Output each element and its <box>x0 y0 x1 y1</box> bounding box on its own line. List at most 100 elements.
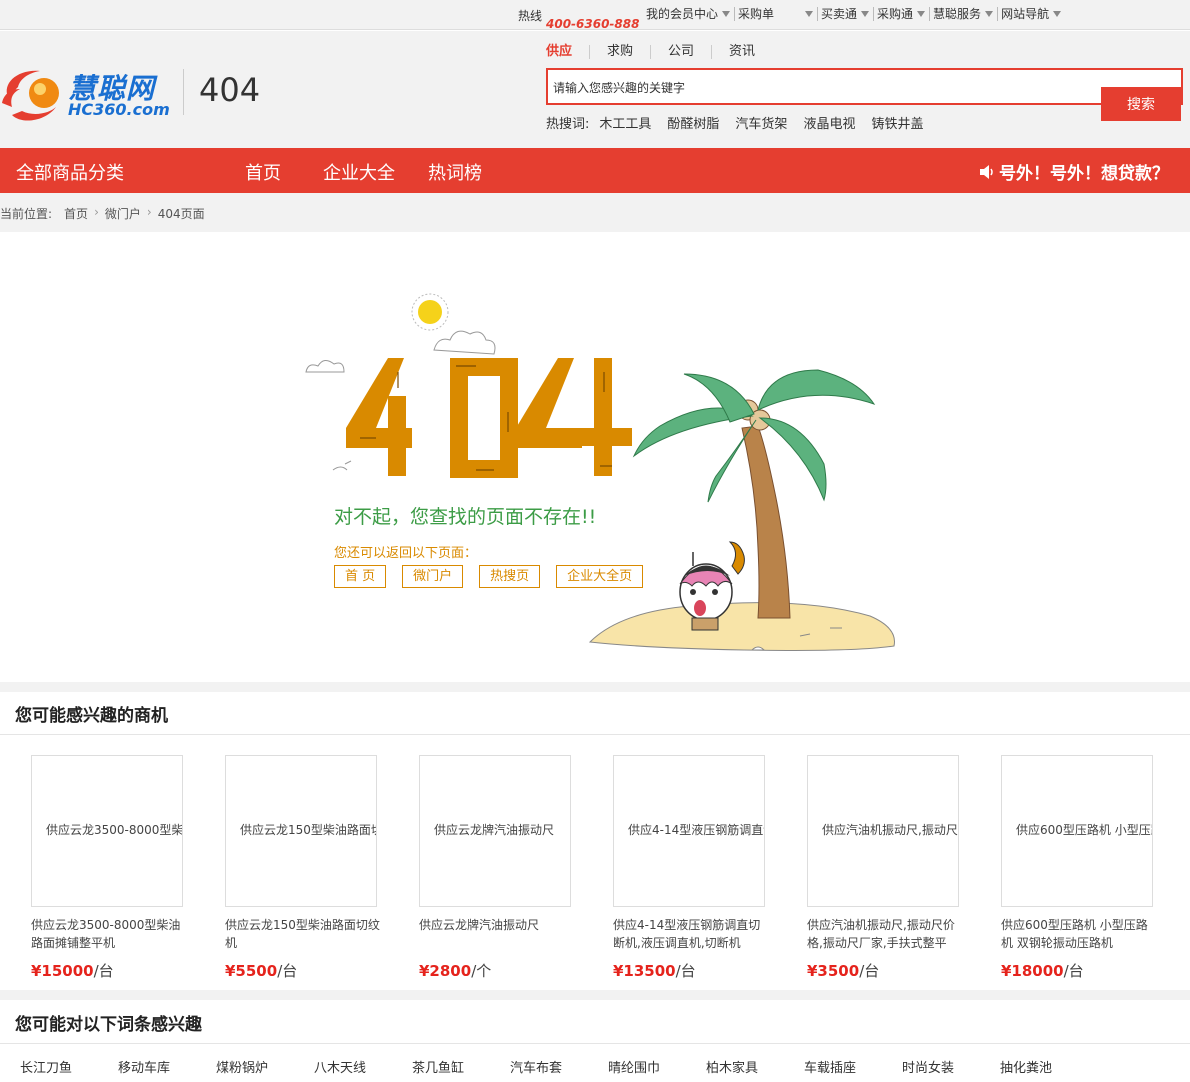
chevron-down-icon <box>985 11 994 17</box>
product-card[interactable]: 供应云龙3500-8000型柴油 供应云龙3500-8000型柴油路面摊铺整平机… <box>31 755 225 981</box>
product-card[interactable]: 供应4-14型液压钢筋调直切 供应4-14型液压钢筋调直切断机,液压调直机,切断… <box>613 755 807 981</box>
product-name[interactable]: 供应4-14型液压钢筋调直切断机,液压调直机,切断机 <box>613 916 768 952</box>
top-bar: 热线 400-6360-888 我的会员中心 采购单 买卖通 采购通 慧聪服务 … <box>0 0 1190 30</box>
chevron-down-icon <box>722 11 731 17</box>
search-button[interactable]: 搜索 <box>1101 87 1181 121</box>
error-link-portal[interactable]: 微门户 <box>402 565 464 588</box>
keyword-link[interactable]: 晴纶围巾 <box>608 1057 706 1076</box>
keyword-link[interactable]: 长江刀鱼 <box>20 1057 118 1076</box>
procurement-link[interactable]: 采购通 <box>874 7 931 21</box>
chevron-down-icon <box>917 11 926 17</box>
loan-promo-link[interactable]: 号外！号外！想贷款？ <box>978 159 1169 184</box>
nav-enterprises[interactable]: 企业大全 <box>323 159 395 185</box>
nav-hot-words[interactable]: 热词榜 <box>428 159 482 185</box>
keyword-link[interactable]: 抽化粪池 <box>1000 1057 1098 1076</box>
product-card[interactable]: 供应600型压路机 小型压路 供应600型压路机 小型压路机 双钢轮振动压路机 … <box>1001 755 1190 981</box>
keyword-link[interactable]: 移动车库 <box>118 1057 216 1076</box>
keyword-link[interactable]: 汽车布套 <box>510 1057 608 1076</box>
chevron-right-icon: › <box>146 205 152 219</box>
sun-icon <box>411 293 449 331</box>
logo-subtext: HC360.com <box>68 100 170 119</box>
chevron-down-icon <box>861 11 870 17</box>
loan-promo-text: 号外！号外！想贷款？ <box>999 164 1169 184</box>
hot-word-link[interactable]: 酚醛树脂 <box>667 113 719 132</box>
breadcrumb: 当前位置: 首页 › 微门户 › 404页面 <box>0 193 1190 232</box>
product-card[interactable]: 供应云龙牌汽油振动尺 供应云龙牌汽油振动尺 ¥2800/个 <box>419 755 613 981</box>
member-center-link[interactable]: 我的会员中心 <box>643 7 736 21</box>
hc-service-link[interactable]: 慧聪服务 <box>930 7 999 21</box>
keyword-link[interactable]: 八木天线 <box>314 1057 412 1076</box>
product-price: ¥3500/台 <box>807 962 880 980</box>
search-tabs: 供应 求购 公司 资讯 <box>546 45 789 59</box>
hot-words-label: 热搜词: <box>546 117 590 132</box>
purchase-list-link[interactable]: 采购单 <box>735 7 819 21</box>
breadcrumb-portal[interactable]: 微门户 <box>105 205 141 222</box>
section-divider <box>0 990 1190 1000</box>
site-nav-link[interactable]: 网站导航 <box>998 7 1065 21</box>
hot-word-link[interactable]: 铸铁井盖 <box>871 113 923 132</box>
hot-word-link[interactable]: 液晶电视 <box>803 113 855 132</box>
keywords-title: 您可能对以下词条感兴趣 <box>15 1015 202 1035</box>
keyword-link[interactable]: 煤粉锅炉 <box>216 1057 314 1076</box>
product-name[interactable]: 供应云龙150型柴油路面切纹机 <box>225 916 380 952</box>
logo-divider <box>183 69 184 115</box>
product-price: ¥18000/台 <box>1001 962 1084 980</box>
logo-flame-icon <box>2 70 59 121</box>
nav-home[interactable]: 首页 <box>245 159 281 185</box>
product-price: ¥5500/台 <box>225 962 298 980</box>
site-logo[interactable]: 慧聪网 HC360.com <box>0 63 180 123</box>
main-nav: 全部商品分类 首页 企业大全 热词榜 号外！号外！想贷款？ <box>0 148 1190 193</box>
product-thumbnail[interactable]: 供应云龙3500-8000型柴油 <box>31 755 183 907</box>
product-price: ¥2800/个 <box>419 962 492 980</box>
speaker-icon <box>980 164 993 179</box>
product-thumbnail[interactable]: 供应云龙150型柴油路面切 <box>225 755 377 907</box>
keyword-link[interactable]: 时尚女装 <box>902 1057 1000 1076</box>
search-box <box>546 68 1183 105</box>
product-name[interactable]: 供应汽油机振动尺,振动尺价格,振动尺厂家,手扶式整平 <box>807 916 962 952</box>
breadcrumb-current: 404页面 <box>157 207 205 221</box>
breadcrumb-home[interactable]: 首页 <box>64 205 88 222</box>
chevron-down-icon <box>1053 11 1062 17</box>
hot-words: 热搜词: 木工工具 酚醛树脂 汽车货架 液晶电视 铸铁井盖 <box>546 113 923 132</box>
error-subtitle: 您还可以返回以下页面： <box>334 546 478 561</box>
error-links: 首 页 微门户 热搜页 企业大全页 <box>334 565 659 588</box>
product-price: ¥15000/台 <box>31 962 114 980</box>
all-categories-menu[interactable]: 全部商品分类 <box>16 159 124 185</box>
product-name[interactable]: 供应600型压路机 小型压路机 双钢轮振动压路机 <box>1001 916 1156 952</box>
product-name[interactable]: 供应云龙牌汽油振动尺 <box>419 916 574 952</box>
error-section: 对不起，您查找的页面不存在!! 您还可以返回以下页面： 首 页 微门户 热搜页 … <box>0 232 1190 682</box>
error-link-hot-search[interactable]: 热搜页 <box>479 565 541 588</box>
hot-word-link[interactable]: 汽车货架 <box>735 113 787 132</box>
keyword-link[interactable]: 车载插座 <box>804 1057 902 1076</box>
tab-company[interactable]: 公司 <box>668 45 713 59</box>
header: 慧聪网 HC360.com 404 供应 求购 公司 资讯 搜索 热搜词: 木工… <box>0 31 1190 148</box>
section-line <box>0 734 1190 735</box>
product-card[interactable]: 供应汽油机振动尺,振动尺 供应汽油机振动尺,振动尺价格,振动尺厂家,手扶式整平 … <box>807 755 1001 981</box>
hot-word-link[interactable]: 木工工具 <box>599 113 651 132</box>
search-input[interactable] <box>553 77 1093 97</box>
product-card[interactable]: 供应云龙150型柴油路面切 供应云龙150型柴油路面切纹机 ¥5500/台 <box>225 755 419 981</box>
page-code: 404 <box>199 71 261 109</box>
tab-news[interactable]: 资讯 <box>729 45 772 59</box>
breadcrumb-label: 当前位置: <box>0 207 53 221</box>
chevron-down-icon <box>805 11 814 17</box>
error-link-enterprises[interactable]: 企业大全页 <box>556 565 644 588</box>
keyword-link[interactable]: 茶几鱼缸 <box>412 1057 510 1076</box>
opportunities-title: 您可能感兴趣的商机 <box>15 706 168 726</box>
top-links: 我的会员中心 采购单 买卖通 采购通 慧聪服务 网站导航 <box>643 7 1065 21</box>
product-thumbnail[interactable]: 供应云龙牌汽油振动尺 <box>419 755 571 907</box>
tab-purchase[interactable]: 求购 <box>607 45 652 59</box>
product-list: 供应云龙3500-8000型柴油 供应云龙3500-8000型柴油路面摊铺整平机… <box>31 755 1190 981</box>
hotline-label: 热线 <box>518 9 543 23</box>
product-thumbnail[interactable]: 供应600型压路机 小型压路 <box>1001 755 1153 907</box>
product-thumbnail[interactable]: 供应4-14型液压钢筋调直切 <box>613 755 765 907</box>
product-thumbnail[interactable]: 供应汽油机振动尺,振动尺 <box>807 755 959 907</box>
error-link-home[interactable]: 首 页 <box>334 565 387 588</box>
keyword-link[interactable]: 柏木家具 <box>706 1057 804 1076</box>
hotline-number: 400-6360-888 <box>546 17 640 29</box>
product-name[interactable]: 供应云龙3500-8000型柴油路面摊铺整平机 <box>31 916 186 952</box>
buy-sell-link[interactable]: 买卖通 <box>818 7 875 21</box>
keyword-list: 长江刀鱼 移动车库 煤粉锅炉 八木天线 茶几鱼缸 汽车布套 晴纶围巾 柏木家具 … <box>20 1057 1098 1076</box>
chevron-right-icon: › <box>94 205 99 219</box>
tab-supply[interactable]: 供应 <box>546 45 591 59</box>
